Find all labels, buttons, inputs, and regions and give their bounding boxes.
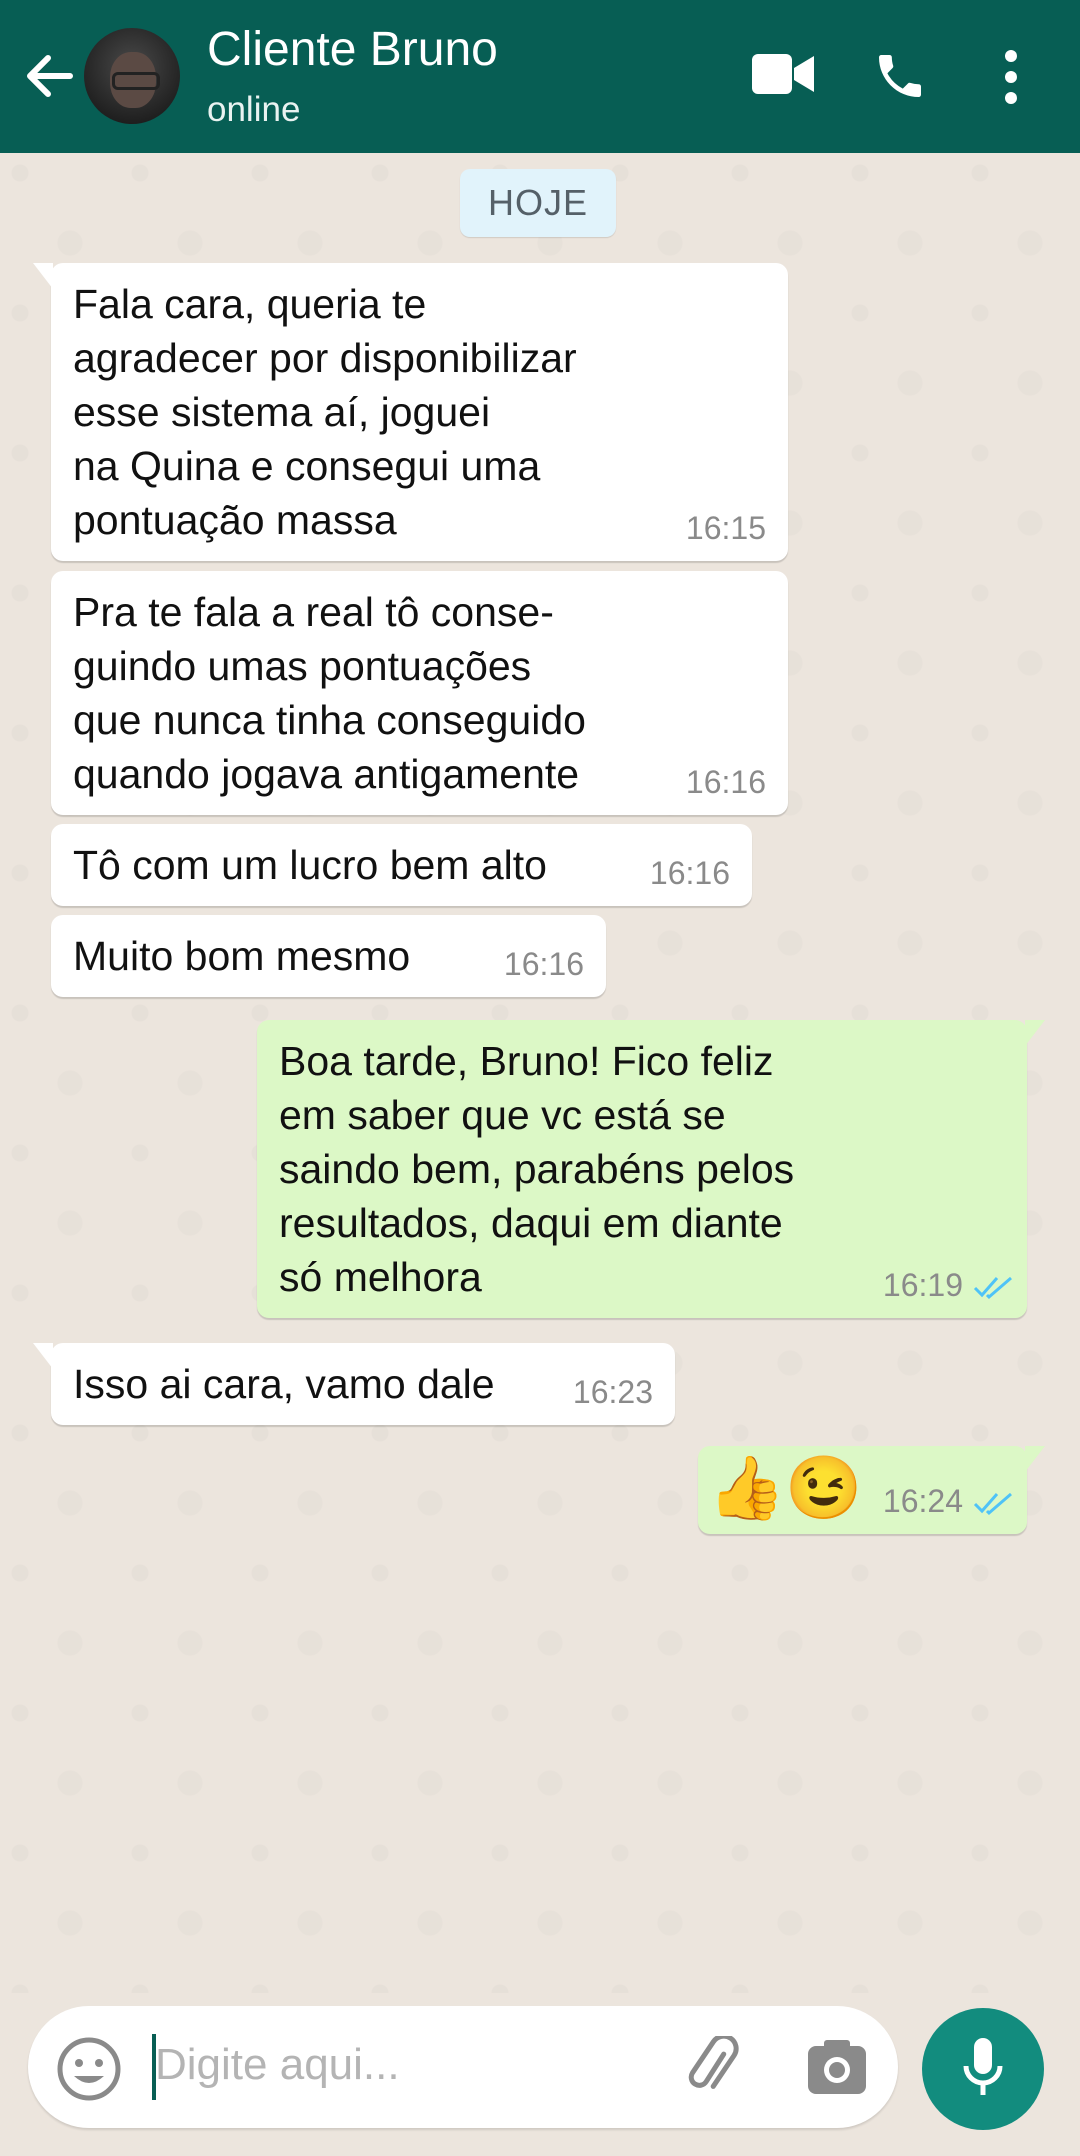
avatar[interactable]: [84, 28, 180, 124]
message-bubble-outgoing[interactable]: 👍😉 16:24: [698, 1446, 1045, 1534]
arrow-left-icon[interactable]: [22, 46, 78, 106]
message-time: 16:19: [882, 1267, 963, 1303]
phone-icon[interactable]: [872, 48, 928, 104]
message-bubble-incoming[interactable]: Isso ai cara, vamo dale 16:23: [33, 1343, 675, 1425]
message-text: Fala cara, queria te agradecer por dispo…: [73, 281, 577, 543]
message-input[interactable]: Digite aqui...: [155, 2040, 400, 2090]
microphone-button[interactable]: [922, 2008, 1044, 2130]
paperclip-icon[interactable]: [682, 2036, 746, 2100]
message-bubble-incoming[interactable]: Pra te fala a real tô conse- guindo umas…: [51, 571, 788, 815]
message-text: Boa tarde, Bruno! Fico feliz em saber qu…: [279, 1038, 795, 1300]
message-time: 16:16: [685, 764, 766, 800]
contact-name[interactable]: Cliente Bruno: [207, 22, 498, 77]
message-time: 16:24: [882, 1483, 963, 1519]
video-camera-icon[interactable]: [752, 50, 814, 98]
message-time: 16:16: [503, 946, 584, 982]
more-vertical-icon[interactable]: [998, 48, 1024, 106]
date-divider: HOJE: [460, 169, 616, 237]
message-time: 16:16: [649, 855, 730, 891]
chat-header: Cliente Bruno online: [0, 0, 1080, 153]
microphone-icon: [963, 2038, 1003, 2095]
message-time: 16:23: [572, 1374, 653, 1410]
emoji-message: 👍😉: [708, 1454, 863, 1523]
contact-status: online: [207, 90, 301, 129]
message-text: Tô com um lucro bem alto: [73, 842, 547, 888]
message-text: Pra te fala a real tô conse- guindo umas…: [73, 589, 586, 797]
double-check-read-icon: [973, 1276, 1012, 1300]
message-text: Muito bom mesmo: [73, 933, 411, 979]
message-bubble-outgoing[interactable]: Boa tarde, Bruno! Fico feliz em saber qu…: [257, 1020, 1045, 1318]
message-text: Isso ai cara, vamo dale: [73, 1361, 495, 1407]
message-bubble-incoming[interactable]: Fala cara, queria te agradecer por dispo…: [33, 263, 788, 561]
message-bubble-incoming[interactable]: Muito bom mesmo 16:16: [51, 915, 606, 997]
message-time: 16:15: [685, 510, 766, 546]
camera-icon[interactable]: [806, 2038, 868, 2096]
message-bubble-incoming[interactable]: Tô com um lucro bem alto 16:16: [51, 824, 752, 906]
double-check-read-icon: [973, 1492, 1012, 1516]
smiley-icon[interactable]: [56, 2036, 122, 2102]
